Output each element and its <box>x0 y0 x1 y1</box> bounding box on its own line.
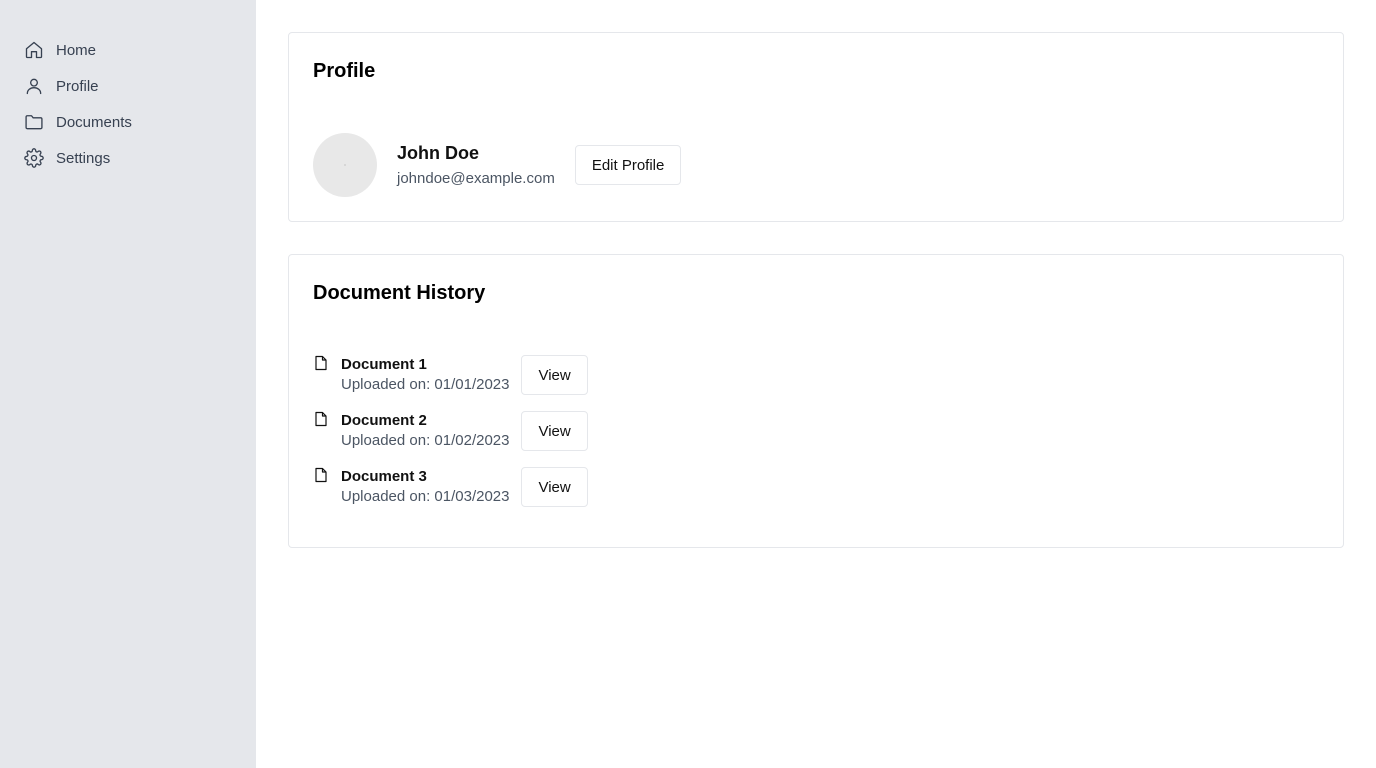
view-document-button[interactable]: View <box>521 467 588 507</box>
document-text: Document 2 Uploaded on: 01/02/2023 <box>341 411 509 451</box>
edit-profile-button[interactable]: Edit Profile <box>574 145 682 185</box>
document-name: Document 3 <box>341 468 427 485</box>
view-document-button[interactable]: View <box>521 355 588 395</box>
sidebar-item-home[interactable]: Home <box>0 32 256 68</box>
home-icon <box>24 40 44 60</box>
main-content: Profile John Doe johndoe@example.com Edi… <box>288 32 1344 548</box>
document-date: Uploaded on: 01/03/2023 <box>341 488 510 505</box>
list-item: Document 2 Uploaded on: 01/02/2023 View <box>313 411 1319 467</box>
profile-name: John Doe <box>397 143 480 163</box>
sidebar-item-label: Documents <box>56 113 132 131</box>
view-document-button[interactable]: View <box>521 411 588 451</box>
sidebar-item-label: Settings <box>56 149 111 167</box>
document-date: Uploaded on: 01/01/2023 <box>341 376 510 393</box>
document-name: Document 1 <box>341 356 427 373</box>
sidebar-item-settings[interactable]: Settings <box>0 140 256 176</box>
document-history-title: Document History <box>313 282 486 304</box>
profile-title: Profile <box>313 60 376 82</box>
list-item: Document 3 Uploaded on: 01/03/2023 View <box>313 467 1319 523</box>
document-text: Document 3 Uploaded on: 01/03/2023 <box>341 467 509 507</box>
sidebar-item-documents[interactable]: Documents <box>0 104 256 140</box>
gear-icon <box>24 148 44 168</box>
sidebar-item-label: Profile <box>56 77 99 95</box>
document-history-card: Document History Document 1 Uploaded on:… <box>288 254 1344 548</box>
folder-icon <box>24 112 44 132</box>
file-icon <box>313 355 329 373</box>
user-icon <box>24 76 44 96</box>
sidebar-item-label: Home <box>56 41 97 59</box>
document-name: Document 2 <box>341 412 427 429</box>
document-date: Uploaded on: 01/02/2023 <box>341 432 510 449</box>
profile-email: johndoe@example.com <box>397 170 555 187</box>
sidebar-item-profile[interactable]: Profile <box>0 68 256 104</box>
file-icon <box>313 411 329 429</box>
profile-info: John Doe johndoe@example.com <box>397 141 555 189</box>
document-text: Document 1 Uploaded on: 01/01/2023 <box>341 355 509 395</box>
file-icon <box>313 467 329 485</box>
profile-card: Profile John Doe johndoe@example.com Edi… <box>288 32 1344 222</box>
profile-row: John Doe johndoe@example.com Edit Profil… <box>313 133 1319 197</box>
list-item: Document 1 Uploaded on: 01/01/2023 View <box>313 355 1319 411</box>
document-list: Document 1 Uploaded on: 01/01/2023 View … <box>313 355 1319 523</box>
sidebar: Home Profile Documents Settings <box>0 0 256 768</box>
avatar <box>313 133 377 197</box>
